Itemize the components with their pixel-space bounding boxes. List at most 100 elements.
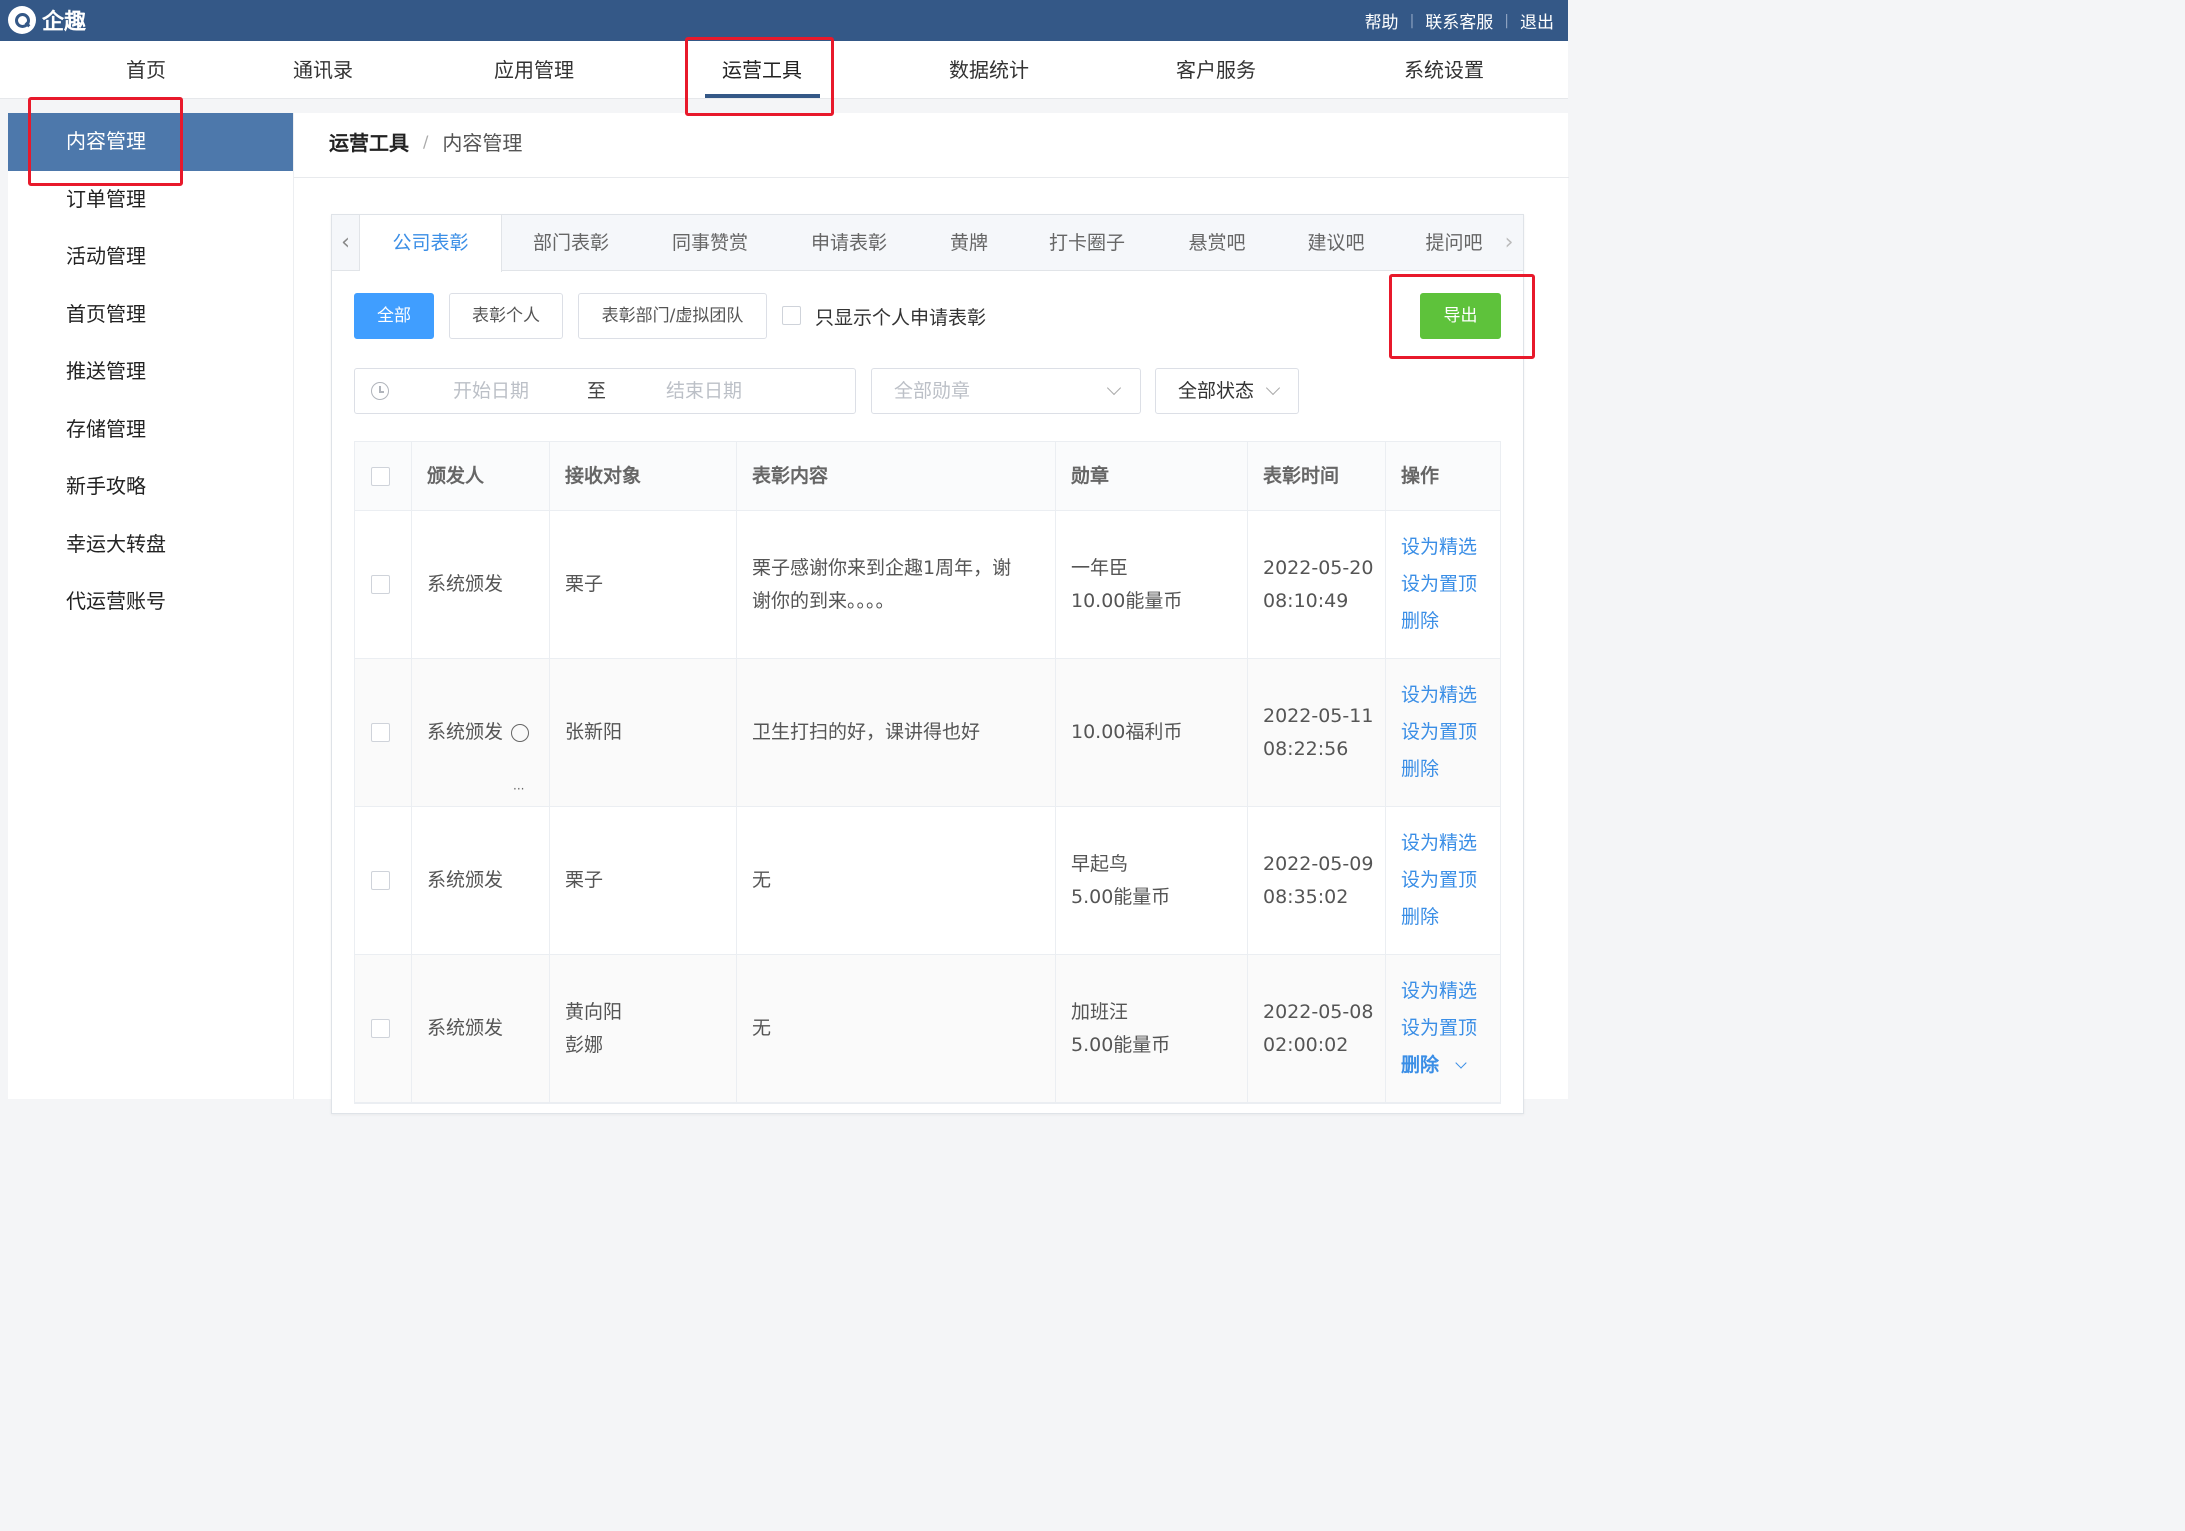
sidebar-item-activity-management[interactable]: 活动管理: [8, 228, 293, 286]
set-pinned-link[interactable]: 设为置顶: [1401, 714, 1500, 751]
table-row: 系统颁发 栗子 无 早起鸟 5.00能量币 2022-05-09 08:35:02 …: [355, 807, 1500, 955]
date-text: 2022-05-09: [1263, 852, 1374, 875]
sidebar-item-managed-accounts[interactable]: 代运营账号: [8, 573, 293, 631]
medal-select[interactable]: 全部勋章: [871, 368, 1141, 414]
issuer-cell: 系统颁发: [412, 511, 550, 658]
set-featured-link[interactable]: 设为精选: [1401, 825, 1500, 862]
header-medal: 勋章: [1056, 442, 1248, 510]
only-personal-checkbox[interactable]: [782, 306, 801, 325]
sidebar-item-beginner-guide[interactable]: 新手攻略: [8, 458, 293, 516]
medal-cell: 早起鸟 5.00能量币: [1056, 807, 1248, 954]
main-nav: 首页 通讯录 应用管理 运营工具 数据统计 客户服务 系统设置: [0, 41, 1568, 99]
nav-home[interactable]: 首页: [86, 41, 206, 99]
content-cell: 卫生打扫的好，课讲得也好: [737, 659, 1056, 806]
nav-system-settings[interactable]: 系统设置: [1384, 41, 1504, 99]
receiver-name: 栗子: [565, 573, 604, 595]
filter-department-button[interactable]: 表彰部门/虚拟团队: [578, 293, 767, 339]
delete-link[interactable]: 删除: [1401, 603, 1500, 640]
sidebar-item-homepage-management[interactable]: 首页管理: [8, 286, 293, 344]
app-name: 企趣: [42, 10, 87, 35]
export-button[interactable]: 导出: [1420, 293, 1501, 339]
nav-app-management[interactable]: 应用管理: [474, 41, 594, 99]
sidebar-item-push-management[interactable]: 推送管理: [8, 343, 293, 401]
help-link[interactable]: 帮助: [1365, 8, 1399, 33]
time-cell: 2022-05-08 02:00:02: [1248, 955, 1386, 1102]
actions-cell: 设为精选 设为置顶 删除: [1386, 807, 1500, 954]
table-row: 系统颁发 张新阳 卫生打扫的好，课讲得也好 10.00福利币 2022-05-1…: [355, 659, 1500, 862]
set-pinned-link[interactable]: 设为置顶: [1401, 1010, 1500, 1047]
status-select[interactable]: 全部状态: [1155, 368, 1299, 414]
set-pinned-link[interactable]: 设为置顶: [1401, 862, 1500, 899]
tab-department-commendation[interactable]: 部门表彰: [502, 215, 640, 271]
start-date-input[interactable]: 开始日期: [453, 369, 529, 413]
delete-dropdown[interactable]: 删除: [1401, 1047, 1500, 1084]
tabs-scroll-right-icon[interactable]: ›: [1495, 215, 1523, 271]
sidebar-item-content-management[interactable]: 内容管理: [8, 113, 293, 171]
more-icon[interactable]: [511, 716, 530, 862]
time-cell: 2022-05-20 08:10:49: [1248, 511, 1386, 658]
content-line: 栗子感谢你来到企趣1周年，谢: [752, 556, 1012, 579]
medal-reward: 10.00福利币: [1071, 721, 1183, 743]
table-row: 系统颁发 栗子 栗子感谢你来到企趣1周年，谢 谢你的到来。。。。 一年臣 10.00…: [355, 511, 1500, 659]
delete-link[interactable]: 删除: [1401, 899, 1500, 936]
row-checkbox[interactable]: [371, 723, 390, 742]
header-time: 表彰时间: [1248, 442, 1386, 510]
tab-company-commendation[interactable]: 公司表彰: [360, 215, 502, 272]
nav-contacts[interactable]: 通讯录: [263, 41, 383, 99]
header-issuer: 颁发人: [412, 442, 550, 510]
set-featured-link[interactable]: 设为精选: [1401, 973, 1500, 1010]
filter-personal-button[interactable]: 表彰个人: [449, 293, 563, 339]
set-pinned-link[interactable]: 设为置顶: [1401, 566, 1500, 603]
receiver-name: 栗子: [565, 869, 604, 891]
time-text: 08:35:02: [1263, 885, 1349, 908]
row-checkbox[interactable]: [371, 575, 390, 594]
tab-yellow-card[interactable]: 黄牌: [918, 215, 1020, 271]
row-checkbox[interactable]: [371, 871, 390, 890]
receiver-cell: 黄向阳 彭娜: [550, 955, 737, 1102]
category-tabs: ‹ 公司表彰 部门表彰 同事赞赏 申请表彰 黄牌 打卡圈子 悬赏吧 建议吧 提问…: [332, 215, 1523, 272]
row-select-cell: [355, 511, 412, 658]
medal-cell: 加班汪 5.00能量币: [1056, 955, 1248, 1102]
nav-operation-tools[interactable]: 运营工具: [702, 41, 822, 99]
table-row: 系统颁发 黄向阳 彭娜 无 加班汪 5.00能量币 2022-05-08 02:00:…: [355, 955, 1500, 1103]
row-select-cell: [355, 955, 412, 1102]
breadcrumb-parent[interactable]: 运营工具: [329, 127, 409, 156]
nav-active-underline: [705, 94, 820, 98]
tab-checkin-circle[interactable]: 打卡圈子: [1020, 215, 1154, 271]
set-featured-link[interactable]: 设为精选: [1401, 677, 1500, 714]
main-content: 运营工具 / 内容管理 ‹ 公司表彰 部门表彰 同事赞赏 申请表彰 黄牌 打卡圈…: [293, 113, 1569, 1114]
tab-colleague-appreciation[interactable]: 同事赞赏: [640, 215, 780, 271]
set-featured-link[interactable]: 设为精选: [1401, 529, 1500, 566]
contact-support-link[interactable]: 联系客服: [1425, 8, 1493, 33]
medal-select-value: 全部勋章: [894, 380, 971, 402]
tab-apply-commendation[interactable]: 申请表彰: [780, 215, 918, 271]
content-line: 卫生打扫的好，课讲得也好: [752, 721, 981, 743]
filter-all-button[interactable]: 全部: [354, 293, 434, 339]
tabs-scroll-left-icon[interactable]: ‹: [332, 215, 360, 271]
nav-data-statistics[interactable]: 数据统计: [929, 41, 1049, 99]
nav-customer-service[interactable]: 客户服务: [1156, 41, 1276, 99]
sidebar-item-order-management[interactable]: 订单管理: [8, 171, 293, 229]
sidebar-item-lucky-wheel[interactable]: 幸运大转盘: [8, 516, 293, 574]
date-range-picker[interactable]: 开始日期 至 结束日期: [354, 368, 856, 414]
content-line: 无: [752, 1017, 772, 1039]
date-text: 2022-05-08: [1263, 1000, 1374, 1023]
end-date-input[interactable]: 结束日期: [666, 369, 742, 413]
select-all-checkbox[interactable]: [371, 466, 390, 486]
receiver-cell: 栗子: [550, 511, 737, 658]
issuer-cell: 系统颁发: [412, 807, 550, 954]
logout-link[interactable]: 退出: [1520, 8, 1554, 33]
app-logo[interactable]: 企趣: [8, 5, 86, 35]
receiver-cell: 张新阳: [550, 659, 737, 806]
actions-cell: 设为精选 设为置顶 删除: [1386, 955, 1500, 1102]
delete-link[interactable]: 删除: [1401, 1054, 1439, 1076]
commendation-table: 颁发人 接收对象 表彰内容 勋章 表彰时间 操作 系统颁发 栗子 栗子感谢你来到…: [354, 441, 1501, 1104]
delete-link[interactable]: 删除: [1401, 751, 1500, 788]
sidebar-item-storage-management[interactable]: 存储管理: [8, 401, 293, 459]
tab-bounty[interactable]: 悬赏吧: [1154, 215, 1280, 271]
top-links: 帮助 | 联系客服 | 退出: [1365, 0, 1554, 41]
content-card: ‹ 公司表彰 部门表彰 同事赞赏 申请表彰 黄牌 打卡圈子 悬赏吧 建议吧 提问…: [331, 214, 1524, 1114]
row-checkbox[interactable]: [371, 1019, 390, 1038]
tab-suggestions[interactable]: 建议吧: [1280, 215, 1392, 271]
date-text: 2022-05-20: [1263, 556, 1374, 579]
